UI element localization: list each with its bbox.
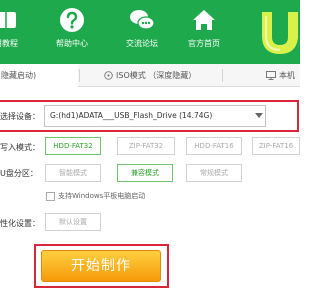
tab-label: ISO模式 （深度隐藏） — [116, 71, 197, 80]
partition-option-compatible[interactable]: 兼容模式 — [117, 164, 173, 182]
toolbar-help-button[interactable]: 帮助中心 — [44, 6, 100, 49]
chevron-down-icon[interactable] — [255, 113, 263, 118]
tab-divider — [79, 69, 80, 82]
default-settings-button[interactable]: 默认设置 — [45, 213, 101, 231]
top-toolbar: 用教程 帮助中心 交流论坛 官方首页 — [0, 0, 300, 64]
toolbar-item-label: 帮助中心 — [56, 39, 88, 48]
write-mode-option-hdd-fat32[interactable]: HDD-FAT32 — [45, 137, 101, 155]
toolbar-item-label: 用教程 — [0, 39, 18, 48]
tab-label: 本机 — [279, 71, 295, 80]
partition-label: U盘分区： — [0, 169, 38, 178]
toolbar-item-label: 交流论坛 — [126, 39, 158, 48]
tab-label: 隐藏启动) — [1, 71, 37, 80]
chat-icon — [130, 10, 155, 30]
device-select[interactable]: G:(hd1)ADATA___USB_Flash_Drive (14.74G) — [44, 105, 266, 127]
help-icon — [60, 8, 84, 32]
tablet-boot-checkbox[interactable] — [46, 192, 55, 201]
toolbar-item-label: 官方首页 — [188, 39, 220, 48]
tab-iso-mode[interactable]: ISO模式 （深度隐藏） — [104, 64, 196, 87]
toolbar-forum-button[interactable]: 交流论坛 — [114, 6, 170, 49]
tablet-boot-checkbox-label: 支持Windows平板电脑启动 — [58, 192, 146, 200]
u-logo-icon — [262, 12, 298, 54]
tab-usb-mode[interactable]: 隐藏启动) — [0, 64, 78, 87]
device-label: 选择设备： — [0, 112, 40, 121]
toolbar-home-button[interactable]: 官方首页 — [176, 6, 232, 49]
start-making-button[interactable]: 开始制作 — [41, 250, 161, 282]
personalize-label: 性化设置： — [0, 219, 40, 228]
toolbar-tutorial-button[interactable]: 用教程 — [0, 6, 34, 49]
tab-local-mode[interactable]: 本机 — [266, 64, 295, 87]
partition-option-smart[interactable]: 智能模式 — [45, 164, 101, 182]
write-mode-option-zip-fat32[interactable]: ZIP-FAT32 — [117, 137, 175, 155]
write-mode-option-zip-fat16[interactable]: ZIP-FAT16 — [252, 137, 300, 155]
book-icon — [0, 12, 16, 28]
home-icon — [193, 10, 215, 30]
disc-icon — [104, 71, 113, 80]
monitor-icon — [266, 71, 276, 80]
mode-tabs: 隐藏启动) ISO模式 （深度隐藏） 本机 — [0, 64, 300, 87]
partition-option-normal[interactable]: 常规模式 — [186, 164, 242, 182]
write-mode-option-hdd-fat16[interactable]: HDD-FAT16 — [186, 137, 242, 155]
write-mode-label: 写入模式： — [0, 143, 40, 152]
tab-divider — [222, 69, 223, 82]
